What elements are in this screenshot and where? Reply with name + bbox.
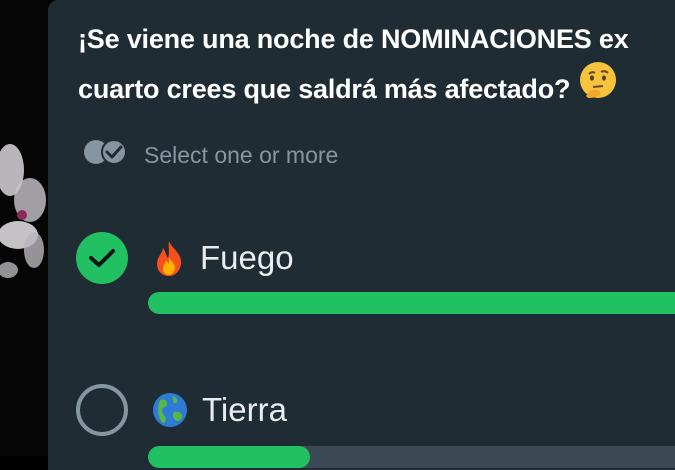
poll-option-tierra[interactable]: Tierra (76, 380, 675, 440)
select-hint-label: Select one or more (144, 141, 339, 168)
option-checkbox-unchecked[interactable] (76, 384, 128, 436)
globe-americas-icon (152, 392, 188, 428)
fire-icon (152, 239, 186, 277)
option-progress-fill (148, 446, 311, 468)
double-check-icon (82, 138, 130, 172)
thinking-face-icon (578, 60, 618, 116)
option-progress-bar (148, 292, 675, 314)
check-icon (89, 249, 115, 267)
option-label: Fuego (200, 239, 294, 276)
background-image (0, 0, 48, 456)
option-progress-fill (148, 292, 675, 314)
poll-option-fuego[interactable]: Fuego (76, 228, 675, 288)
poll-question: ¡Se viene una noche de NOMINACIONES ex c… (78, 14, 675, 114)
option-label: Tierra (202, 391, 287, 428)
poll-question-line-1: ¡Se viene una noche de NOMINACIONES ex (78, 24, 629, 54)
select-hint: Select one or more (82, 138, 339, 172)
poll-question-line-2: cuarto crees que saldrá más afectado? (78, 74, 571, 104)
option-progress-bar (148, 446, 675, 468)
option-checkbox-checked[interactable] (76, 232, 128, 284)
